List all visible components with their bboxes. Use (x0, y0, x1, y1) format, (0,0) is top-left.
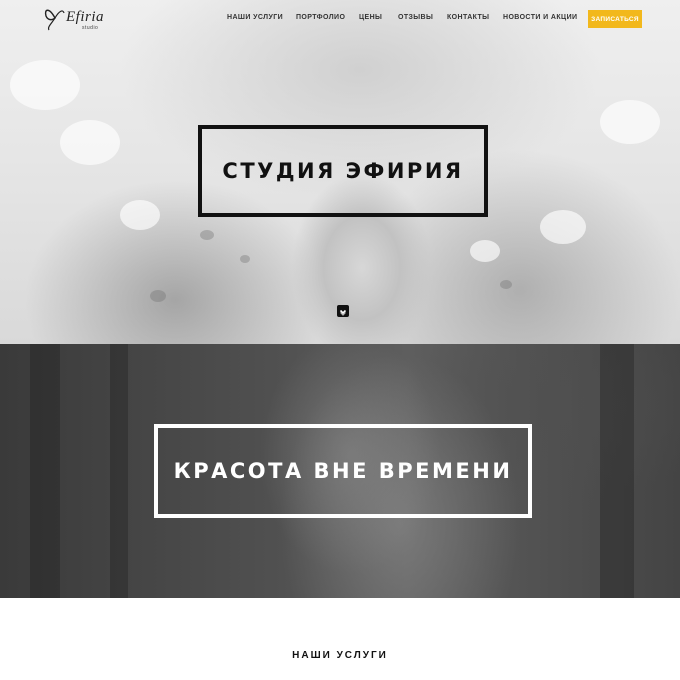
background-decoration (470, 240, 500, 262)
background-decoration (540, 210, 586, 244)
background-decoration (240, 255, 250, 263)
background-decoration (10, 60, 80, 110)
background-decoration (600, 344, 634, 598)
beauty-title: КРАСОТА ВНЕ ВРЕМЕНИ (173, 459, 513, 483)
nav-item-portfolio[interactable]: ПОРТФОЛИО (296, 14, 345, 21)
site-header: Efiria studio НАШИ УСЛУГИ ПОРТФОЛИО ЦЕНЫ… (0, 0, 680, 40)
nav-item-contacts[interactable]: КОНТАКТЫ (447, 14, 489, 21)
hero-section: Efiria studio НАШИ УСЛУГИ ПОРТФОЛИО ЦЕНЫ… (0, 0, 680, 344)
signup-button[interactable]: ЗАПИСАТЬСЯ (588, 10, 642, 28)
services-heading: НАШИ УСЛУГИ (292, 650, 388, 661)
background-decoration (500, 280, 512, 289)
background-decoration (60, 120, 120, 165)
background-decoration (30, 344, 60, 598)
background-decoration (600, 100, 660, 144)
nav-item-services[interactable]: НАШИ УСЛУГИ (227, 14, 283, 21)
beauty-section: КРАСОТА ВНЕ ВРЕМЕНИ (0, 344, 680, 598)
background-decoration (120, 200, 160, 230)
nav-item-news[interactable]: НОВОСТИ И АКЦИИ (503, 14, 577, 21)
background-decoration (200, 230, 214, 240)
scroll-down-button[interactable] (337, 305, 349, 317)
beauty-title-frame: КРАСОТА ВНЕ ВРЕМЕНИ (154, 424, 532, 518)
hero-title: СТУДИЯ ЭФИРИЯ (222, 159, 464, 183)
background-decoration (150, 290, 166, 302)
chevron-down-icon (339, 309, 347, 316)
nav-item-prices[interactable]: ЦЕНЫ (359, 14, 382, 21)
background-decoration (110, 344, 128, 598)
main-nav: НАШИ УСЛУГИ ПОРТФОЛИО ЦЕНЫ ОТЗЫВЫ КОНТАК… (0, 14, 680, 26)
hero-title-frame: СТУДИЯ ЭФИРИЯ (198, 125, 488, 217)
nav-item-reviews[interactable]: ОТЗЫВЫ (398, 14, 433, 21)
